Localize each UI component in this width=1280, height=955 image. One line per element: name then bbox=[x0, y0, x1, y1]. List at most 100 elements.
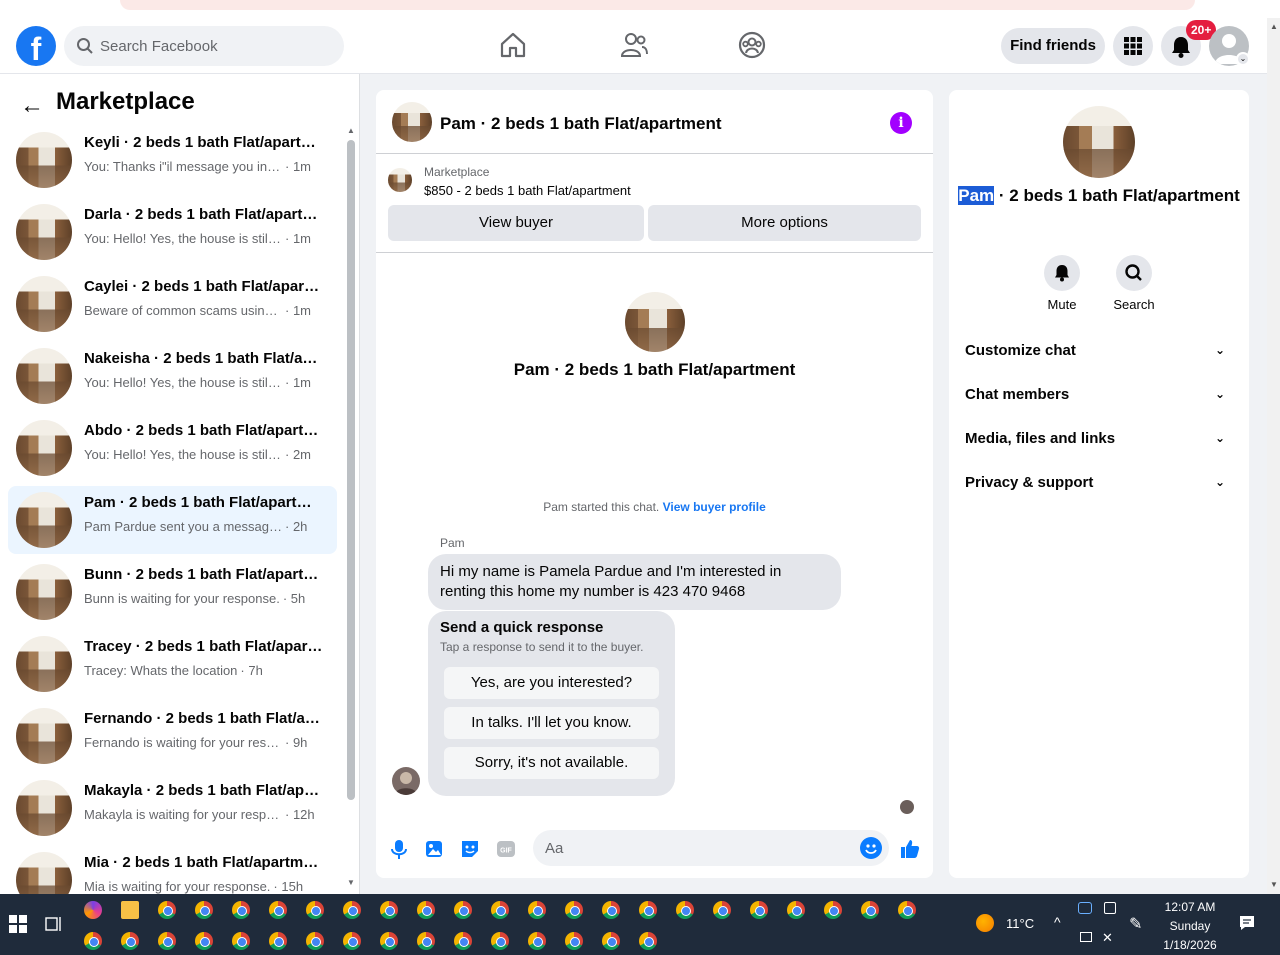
chrome-icon[interactable] bbox=[491, 901, 509, 919]
home-icon[interactable] bbox=[498, 30, 528, 60]
chrome-icon[interactable] bbox=[232, 932, 250, 950]
chrome-icon[interactable] bbox=[639, 901, 657, 919]
friends-icon[interactable] bbox=[619, 30, 649, 60]
chrome-icon[interactable] bbox=[84, 932, 102, 950]
emoji-icon[interactable] bbox=[860, 837, 882, 859]
thumbs-up-icon[interactable] bbox=[899, 838, 921, 860]
sticker-icon[interactable] bbox=[459, 838, 481, 860]
conversation-item[interactable]: Tracey · 2 beds 1 bath Flat/apartment Tra… bbox=[8, 630, 337, 698]
microphone-icon[interactable] bbox=[388, 838, 410, 860]
message-composer[interactable] bbox=[533, 830, 889, 866]
chrome-icon[interactable] bbox=[861, 901, 879, 919]
view-buyer-button[interactable]: View buyer bbox=[388, 205, 644, 241]
chrome-icon[interactable] bbox=[528, 901, 546, 919]
conversation-item[interactable]: Mia · 2 beds 1 bath Flat/apartment Mia is… bbox=[8, 846, 337, 894]
message-input[interactable] bbox=[545, 830, 845, 866]
chrome-icon[interactable] bbox=[380, 901, 398, 919]
chevron-down-icon[interactable]: ⌄ bbox=[1236, 52, 1250, 66]
conversation-item[interactable]: Abdo · 2 beds 1 bath Flat/apartment You: … bbox=[8, 414, 337, 482]
menu-button[interactable] bbox=[1113, 26, 1153, 66]
gif-icon[interactable]: GIF bbox=[495, 838, 517, 860]
groups-icon[interactable] bbox=[737, 30, 767, 60]
conversation-item[interactable]: Nakeisha · 2 beds 1 bath Flat/apartment Y… bbox=[8, 342, 337, 410]
scroll-up-arrow[interactable]: ▲ bbox=[1270, 22, 1278, 31]
quick-response-button[interactable]: Sorry, it's not available. bbox=[444, 747, 659, 779]
quick-response-button[interactable]: Yes, are you interested? bbox=[444, 667, 659, 699]
copilot-icon[interactable] bbox=[84, 901, 102, 919]
search-input[interactable] bbox=[100, 26, 330, 66]
scroll-up-arrow[interactable]: ▲ bbox=[347, 126, 355, 135]
chrome-icon[interactable] bbox=[343, 901, 361, 919]
chrome-icon[interactable] bbox=[565, 901, 583, 919]
chrome-icon[interactable] bbox=[195, 901, 213, 919]
chrome-icon[interactable] bbox=[565, 932, 583, 950]
chrome-icon[interactable] bbox=[898, 901, 916, 919]
conversation-item[interactable]: Caylei · 2 beds 1 bath Flat/apartment Bew… bbox=[8, 270, 337, 338]
conversation-item[interactable]: Fernando · 2 beds 1 bath Flat/apartment F… bbox=[8, 702, 337, 770]
chrome-icon[interactable] bbox=[602, 901, 620, 919]
volume-muted-icon[interactable]: ✕ bbox=[1102, 930, 1113, 946]
sender-avatar[interactable] bbox=[392, 767, 420, 795]
chat-title[interactable]: Pam · 2 beds 1 bath Flat/apartment bbox=[440, 114, 722, 134]
chrome-icon[interactable] bbox=[454, 932, 472, 950]
temperature[interactable]: 11°C bbox=[1006, 916, 1034, 931]
sidebar-scrollbar[interactable] bbox=[347, 140, 355, 800]
conversation-item[interactable]: Makayla · 2 beds 1 bath Flat/apartment Ma… bbox=[8, 774, 337, 842]
chrome-icon[interactable] bbox=[454, 901, 472, 919]
chrome-icon[interactable] bbox=[158, 901, 176, 919]
privacy-support-row[interactable]: Privacy & support ⌄ bbox=[949, 462, 1249, 506]
chrome-icon[interactable] bbox=[528, 932, 546, 950]
media-files-links-row[interactable]: Media, files and links ⌄ bbox=[949, 418, 1249, 462]
scroll-down-arrow[interactable]: ▼ bbox=[1270, 880, 1278, 889]
chrome-icon[interactable] bbox=[343, 932, 361, 950]
chrome-icon[interactable] bbox=[602, 932, 620, 950]
more-options-button[interactable]: More options bbox=[648, 205, 921, 241]
chevron-up-icon[interactable]: ^ bbox=[1054, 914, 1061, 930]
chrome-icon[interactable] bbox=[417, 932, 435, 950]
chrome-icon[interactable] bbox=[491, 932, 509, 950]
chrome-icon[interactable] bbox=[380, 932, 398, 950]
chrome-icon[interactable] bbox=[195, 932, 213, 950]
chat-members-row[interactable]: Chat members ⌄ bbox=[949, 374, 1249, 418]
chrome-icon[interactable] bbox=[639, 932, 657, 950]
conversation-item[interactable]: Keyli · 2 beds 1 bath Flat/apartment You:… bbox=[8, 126, 337, 194]
listing-thumbnail[interactable] bbox=[392, 102, 432, 142]
conversation-item[interactable]: Pam · 2 beds 1 bath Flat/apartment Pam Pa… bbox=[8, 486, 337, 554]
chrome-icon[interactable] bbox=[824, 901, 842, 919]
chrome-icon[interactable] bbox=[713, 901, 731, 919]
chrome-icon[interactable] bbox=[121, 932, 139, 950]
conversation-item[interactable]: Darla · 2 beds 1 bath Flat/apartment You:… bbox=[8, 198, 337, 266]
chrome-icon[interactable] bbox=[269, 901, 287, 919]
find-friends-button[interactable]: Find friends bbox=[1001, 28, 1105, 64]
notifications-center-icon[interactable] bbox=[1238, 914, 1256, 932]
view-buyer-profile-link[interactable]: View buyer profile bbox=[663, 500, 766, 514]
chrome-icon[interactable] bbox=[676, 901, 694, 919]
onedrive-icon[interactable] bbox=[1078, 902, 1092, 914]
page-scrollbar[interactable]: ▲ ▼ bbox=[1267, 18, 1280, 894]
network-icon[interactable] bbox=[1080, 932, 1092, 942]
chrome-icon[interactable] bbox=[158, 932, 176, 950]
pen-icon[interactable]: ✎ bbox=[1129, 914, 1142, 934]
chrome-icon[interactable] bbox=[417, 901, 435, 919]
scroll-down-arrow[interactable]: ▼ bbox=[347, 878, 355, 887]
conversation-item[interactable]: Bunn · 2 beds 1 bath Flat/apartment Bunn … bbox=[8, 558, 337, 626]
chrome-icon[interactable] bbox=[750, 901, 768, 919]
chrome-icon[interactable] bbox=[232, 901, 250, 919]
search-in-chat-button[interactable]: Search bbox=[1104, 255, 1164, 312]
clock[interactable]: 12:07 AM Sunday 1/18/2026 bbox=[1150, 898, 1230, 955]
facebook-logo[interactable]: f bbox=[16, 26, 56, 66]
file-explorer-icon[interactable] bbox=[121, 901, 139, 919]
photo-icon[interactable] bbox=[423, 838, 445, 860]
search-box[interactable] bbox=[64, 26, 344, 66]
chrome-icon[interactable] bbox=[306, 901, 324, 919]
info-icon[interactable]: i bbox=[890, 112, 912, 134]
meet-icon[interactable] bbox=[1104, 902, 1116, 914]
address-bar[interactable] bbox=[120, 0, 1195, 10]
windows-start-icon[interactable] bbox=[9, 915, 27, 933]
quick-response-button[interactable]: In talks. I'll let you know. bbox=[444, 707, 659, 739]
customize-chat-row[interactable]: Customize chat ⌄ bbox=[949, 330, 1249, 374]
back-arrow-icon[interactable]: ← bbox=[20, 92, 44, 120]
chrome-icon[interactable] bbox=[306, 932, 324, 950]
chrome-icon[interactable] bbox=[787, 901, 805, 919]
mute-button[interactable]: Mute bbox=[1032, 255, 1092, 312]
